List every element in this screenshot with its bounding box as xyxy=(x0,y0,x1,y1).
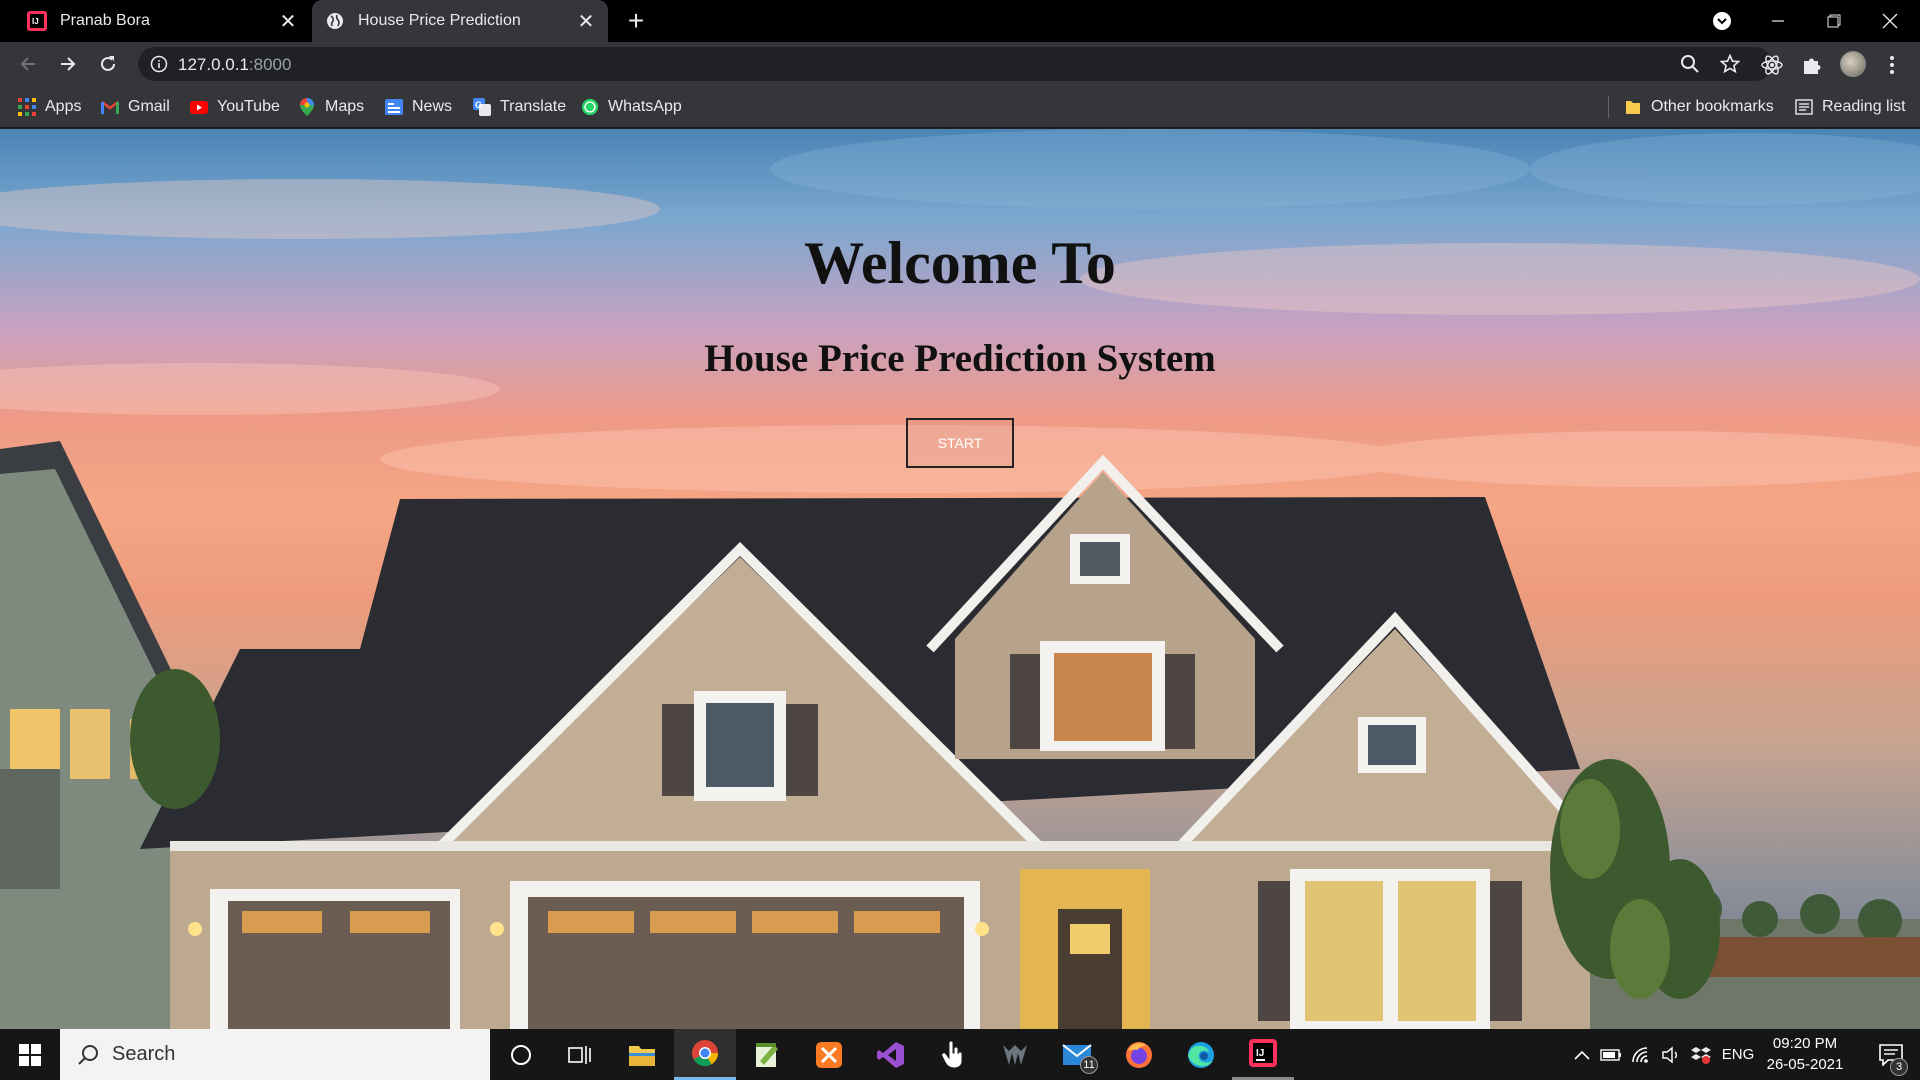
minimize-button[interactable] xyxy=(1750,0,1806,42)
page-title: House Price Prediction System xyxy=(704,337,1216,380)
taskbar-search-box[interactable]: Search xyxy=(60,1029,490,1080)
welcome-heading: Welcome To xyxy=(804,230,1116,296)
bookmark-label: YouTube xyxy=(217,98,280,115)
bookmark-maps[interactable]: Maps xyxy=(298,94,364,120)
firefox-icon[interactable] xyxy=(1108,1029,1170,1080)
bookmark-youtube[interactable]: YouTube xyxy=(190,94,280,120)
reading-list[interactable]: Reading list xyxy=(1795,94,1906,120)
url-text: 127.0.0.1:8000 xyxy=(178,55,292,74)
zoom-icon[interactable] xyxy=(1680,54,1700,74)
notification-count-badge: 3 xyxy=(1890,1058,1908,1076)
action-center-icon[interactable]: 3 xyxy=(1862,1029,1920,1080)
maps-icon xyxy=(298,98,316,116)
tab-strip: IJ Pranab Bora ✕ House Price Prediction … xyxy=(0,0,1920,42)
intellij-icon: IJ xyxy=(26,10,48,32)
bookmark-translate[interactable]: G Translate xyxy=(473,94,566,120)
youtube-icon xyxy=(190,98,208,116)
chrome-icon[interactable] xyxy=(674,1029,736,1080)
svg-text:IJ: IJ xyxy=(1256,1048,1264,1059)
xampp-icon[interactable] xyxy=(798,1029,860,1080)
react-devtools-icon[interactable] xyxy=(1760,53,1784,77)
clock-time: 09:20 PM xyxy=(1772,1035,1838,1052)
search-icon xyxy=(78,1044,98,1065)
bookmark-whatsapp[interactable]: WhatsApp xyxy=(581,94,682,120)
task-view-icon[interactable] xyxy=(549,1029,611,1080)
menu-kebab-icon[interactable] xyxy=(1880,53,1904,77)
tab-pranab-bora[interactable]: IJ Pranab Bora ✕ xyxy=(14,0,310,42)
tab-search-icon[interactable] xyxy=(1694,0,1750,42)
globe-icon xyxy=(324,10,346,32)
svg-text:IJ: IJ xyxy=(32,17,39,26)
visual-studio-icon[interactable] xyxy=(860,1029,922,1080)
bookmark-star-icon[interactable] xyxy=(1720,54,1740,74)
wifi-icon[interactable] xyxy=(1628,1029,1654,1080)
volume-icon[interactable] xyxy=(1658,1029,1684,1080)
cortana-icon[interactable] xyxy=(490,1029,552,1080)
address-bar[interactable]: 127.0.0.1:8000 xyxy=(138,47,1772,81)
other-bookmarks[interactable]: Other bookmarks xyxy=(1624,94,1774,120)
mail-icon[interactable]: 11 xyxy=(1046,1029,1108,1080)
tab-title: House Price Prediction xyxy=(358,12,521,29)
mail-badge: 11 xyxy=(1080,1056,1098,1074)
bookmarks-separator xyxy=(1608,96,1609,118)
apps-grid-icon xyxy=(18,98,36,116)
bookmarks-bar: Apps Gmail YouTube Maps News G Translate xyxy=(0,86,1920,128)
notepad-plus-plus-icon[interactable] xyxy=(736,1029,798,1080)
reload-button[interactable] xyxy=(92,48,124,80)
start-button[interactable]: START xyxy=(906,418,1014,468)
windows-taskbar: Search 11 IJ ENG 09:20 PM 26-05-2021 3 xyxy=(0,1029,1920,1080)
bookmark-label: Translate xyxy=(500,98,567,115)
bookmark-label: Maps xyxy=(325,98,365,115)
new-tab-button[interactable]: + xyxy=(620,5,652,36)
svg-text:G: G xyxy=(475,100,482,110)
windows-start-button[interactable] xyxy=(0,1029,60,1080)
language-indicator[interactable]: ENG xyxy=(1718,1029,1758,1080)
profile-avatar[interactable] xyxy=(1840,51,1866,77)
clock-date: 26-05-2021 xyxy=(1766,1056,1844,1073)
other-bookmarks-label: Other bookmarks xyxy=(1651,98,1774,115)
close-window-button[interactable] xyxy=(1862,0,1918,42)
translate-icon: G xyxy=(473,98,491,116)
reading-list-label: Reading list xyxy=(1822,98,1906,115)
search-placeholder: Search xyxy=(112,1043,176,1065)
show-hidden-icons-chevron-icon[interactable] xyxy=(1570,1029,1594,1080)
taskbar-clock[interactable]: 09:20 PM 26-05-2021 xyxy=(1760,1033,1850,1075)
site-info-icon[interactable] xyxy=(150,55,168,73)
battery-icon[interactable] xyxy=(1598,1029,1624,1080)
bookmark-label: WhatsApp xyxy=(608,98,682,115)
page-viewport: Welcome To House Price Prediction System… xyxy=(0,129,1920,1029)
intellij-idea-icon[interactable]: IJ xyxy=(1232,1029,1294,1080)
back-button[interactable] xyxy=(12,48,44,80)
tab-house-price-prediction[interactable]: House Price Prediction ✕ xyxy=(312,0,608,42)
bookmark-label: News xyxy=(412,98,453,115)
bookmark-label: Apps xyxy=(45,98,82,115)
gmail-icon xyxy=(101,98,119,116)
close-tab-icon[interactable]: ✕ xyxy=(574,9,598,33)
tab-title: Pranab Bora xyxy=(60,12,150,29)
whatsapp-icon xyxy=(581,98,599,116)
close-tab-icon[interactable]: ✕ xyxy=(276,9,300,33)
bookmark-gmail[interactable]: Gmail xyxy=(101,94,170,120)
predator-sense-icon[interactable] xyxy=(984,1029,1046,1080)
restore-button[interactable] xyxy=(1806,0,1862,42)
edge-icon[interactable] xyxy=(1170,1029,1232,1080)
bookmark-news[interactable]: News xyxy=(385,94,452,120)
folder-icon xyxy=(1624,98,1642,116)
bookmark-label: Gmail xyxy=(128,98,170,115)
bookmark-apps[interactable]: Apps xyxy=(18,94,81,120)
extensions-puzzle-icon[interactable] xyxy=(1800,53,1824,77)
forward-button[interactable] xyxy=(52,48,84,80)
browser-toolbar: 127.0.0.1:8000 xyxy=(0,42,1920,86)
hand-cursor-icon[interactable] xyxy=(922,1029,984,1080)
news-icon xyxy=(385,98,403,116)
file-explorer-icon[interactable] xyxy=(611,1029,673,1080)
dropbox-sync-icon[interactable] xyxy=(1688,1029,1714,1080)
reading-list-icon xyxy=(1795,98,1813,116)
